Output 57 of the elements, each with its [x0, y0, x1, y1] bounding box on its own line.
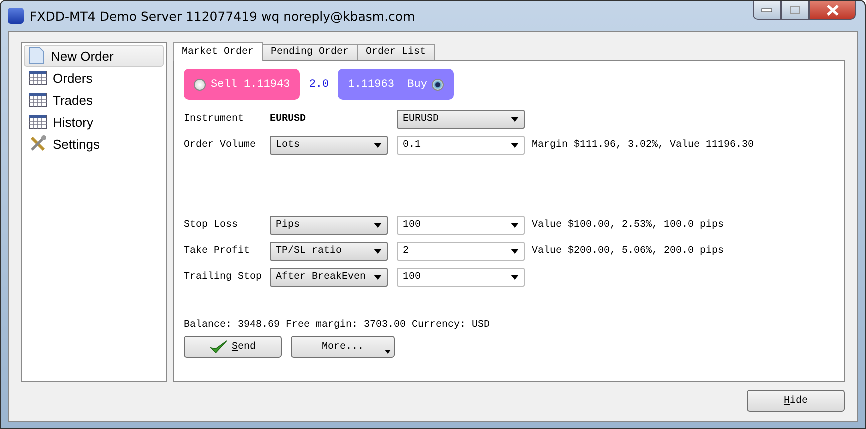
- radio-button[interactable]: [194, 78, 206, 90]
- app-icon: [8, 8, 24, 24]
- close-icon: [826, 4, 840, 16]
- page-icon: [29, 47, 45, 65]
- instrument-value: EURUSD: [270, 114, 308, 124]
- caret-icon: [374, 248, 382, 254]
- caret-icon: [511, 142, 519, 148]
- send-button[interactable]: Send: [184, 336, 282, 358]
- tab[interactable]: Market Order: [173, 42, 264, 61]
- mode-dropdown[interactable]: After BreakEven: [270, 268, 388, 286]
- field-label: Instrument: [184, 114, 246, 124]
- mode-dropdown[interactable]: Lots: [270, 136, 388, 154]
- tab[interactable]: Order List: [357, 44, 436, 60]
- maximize-icon: [789, 5, 801, 15]
- tools-icon: [29, 135, 47, 153]
- caret-icon: [374, 142, 382, 148]
- caret-icon: [385, 350, 391, 354]
- sidebar-item[interactable]: History: [24, 111, 164, 133]
- spread-value: 2.0: [308, 78, 330, 90]
- sidebar-item[interactable]: Trades: [24, 89, 164, 111]
- value-combo-field[interactable]: 100: [397, 268, 525, 286]
- info-text: Value $100.00, 2.53%, 100.0 pips: [532, 220, 724, 230]
- field-label: Take Profit: [184, 246, 252, 256]
- radio-button[interactable]: [432, 78, 444, 90]
- minimize-button[interactable]: [753, 1, 781, 20]
- caret-icon: [511, 248, 519, 254]
- table-icon: [29, 71, 47, 85]
- caret-icon: [374, 222, 382, 228]
- field-label: Order Volume: [184, 140, 258, 150]
- maximize-button[interactable]: [781, 1, 809, 20]
- checkmark-icon: [210, 339, 228, 355]
- window-title: FXDD-MT4 Demo Server 112077419 wq noreply@kbasm.com: [30, 8, 416, 24]
- caret-icon: [511, 274, 519, 280]
- sidebar-item[interactable]: Settings: [24, 133, 164, 155]
- table-icon: [29, 115, 47, 129]
- more-button[interactable]: More...: [291, 336, 395, 358]
- field-label: Stop Loss: [184, 220, 240, 230]
- balance-text: Balance: 3948.69 Free margin: 3703.00 Currency: USD: [184, 318, 492, 332]
- field-label: Trailing Stop: [184, 272, 264, 282]
- mode-dropdown[interactable]: TP/SL ratio: [270, 242, 388, 260]
- mode-dropdown[interactable]: Pips: [270, 216, 388, 234]
- value-combo-field[interactable]: 0.1: [397, 136, 525, 154]
- caret-icon: [511, 116, 519, 122]
- close-button[interactable]: [809, 1, 856, 20]
- hide-button[interactable]: Hide: [747, 390, 845, 412]
- value-combo-field[interactable]: 2: [397, 242, 525, 260]
- minimize-icon: [761, 7, 773, 13]
- instrument-dropdown[interactable]: EURUSD: [397, 110, 525, 128]
- caret-icon: [511, 222, 519, 228]
- sidebar-item[interactable]: New Order: [24, 45, 164, 67]
- table-icon: [29, 93, 47, 107]
- info-text: Value $200.00, 5.06%, 200.0 pips: [532, 246, 724, 256]
- caret-icon: [374, 274, 382, 280]
- info-text: Margin $111.96, 3.02%, Value 11196.30: [532, 140, 754, 150]
- tab[interactable]: Pending Order: [262, 44, 358, 60]
- value-combo-field[interactable]: 100: [397, 216, 525, 234]
- sidebar-item[interactable]: Orders: [24, 67, 164, 89]
